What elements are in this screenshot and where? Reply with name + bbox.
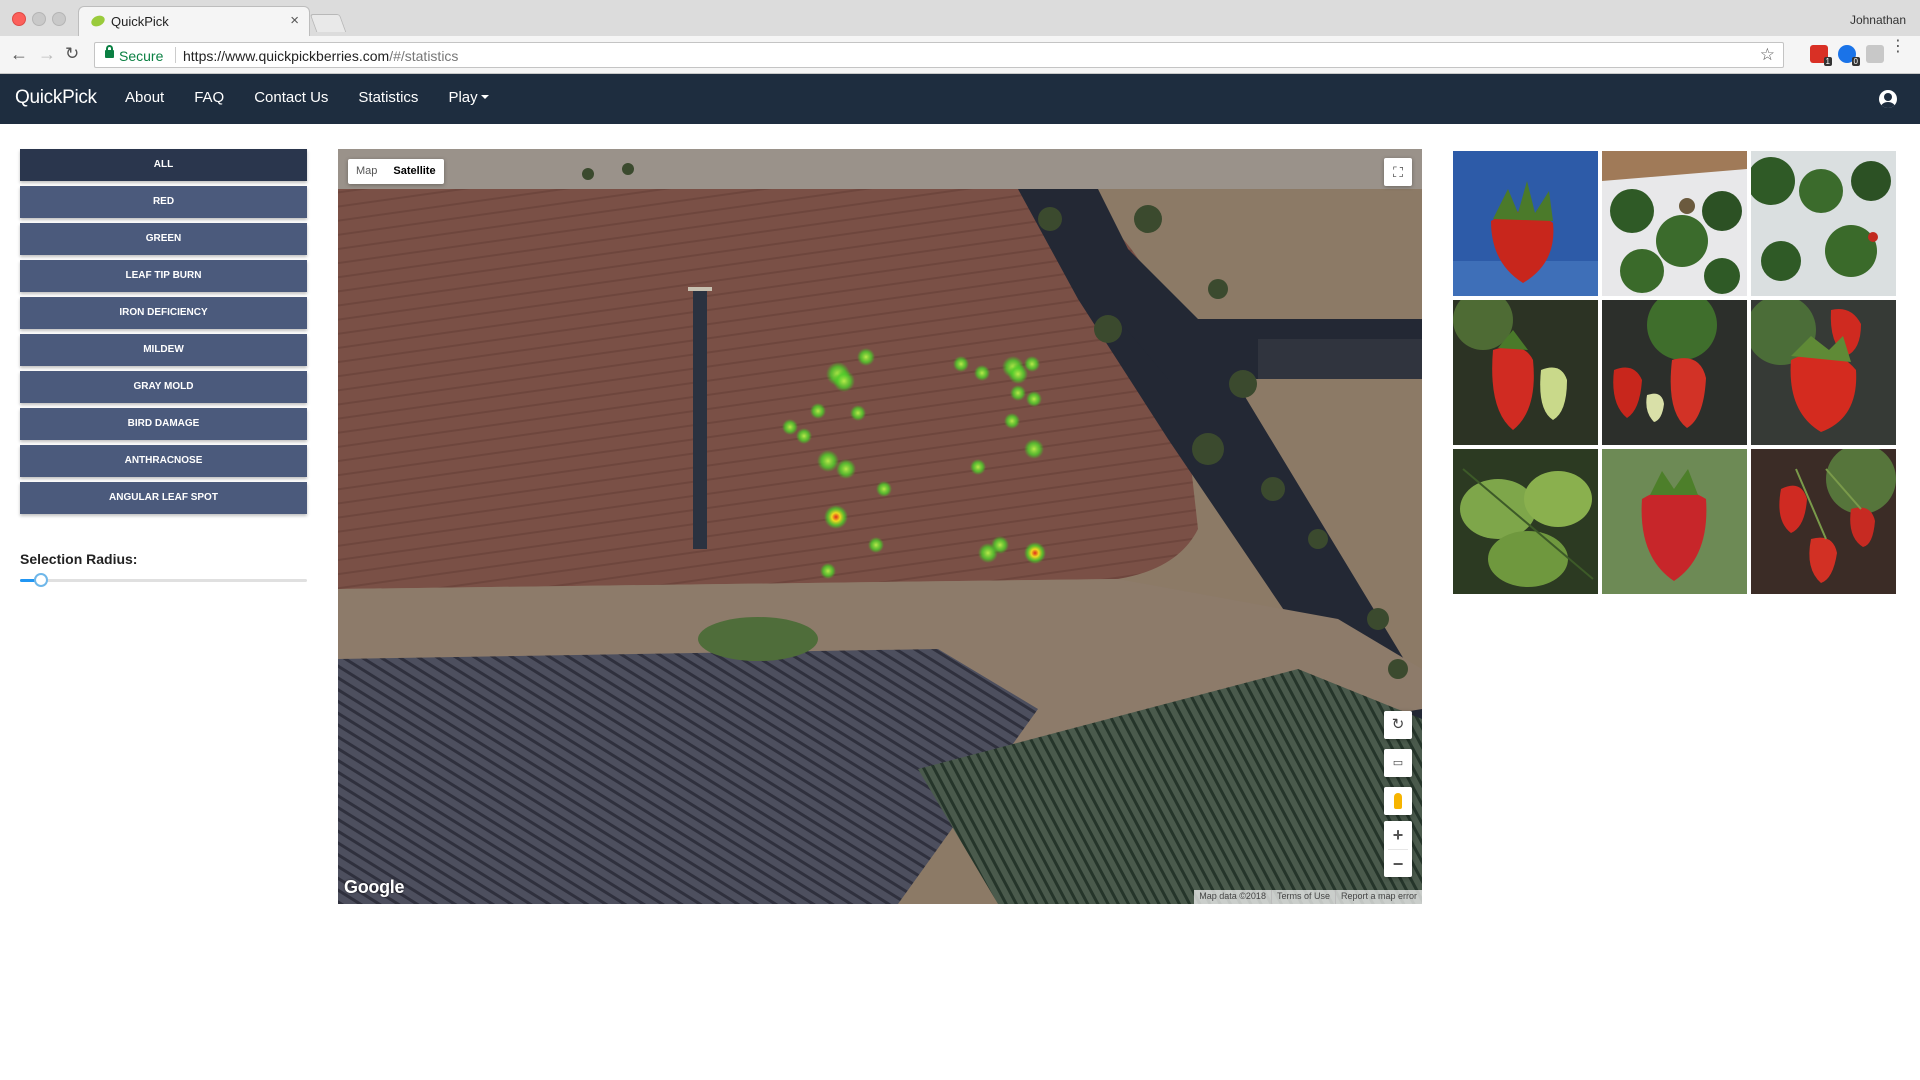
selection-radius-label: Selection Radius: bbox=[20, 551, 138, 567]
extension-cast-icon[interactable] bbox=[1866, 45, 1884, 63]
nav-links: About FAQ Contact Us Statistics Play bbox=[125, 89, 489, 106]
profile-name[interactable]: Johnathan bbox=[1850, 13, 1906, 27]
url-main: https://www.quickpickberries.com bbox=[183, 48, 390, 64]
filter-green-button[interactable]: GREEN bbox=[20, 223, 307, 255]
gallery-image[interactable] bbox=[1751, 151, 1896, 296]
terms-of-use-link[interactable]: Terms of Use bbox=[1270, 890, 1335, 904]
app-navbar: QuickPick About FAQ Contact Us Statistic… bbox=[0, 74, 1920, 124]
url-path: /#/statistics bbox=[389, 48, 459, 64]
url-text: https://www.quickpickberries.com/#/stati… bbox=[183, 48, 458, 64]
map-data-text: Map data ©2018 bbox=[1199, 891, 1266, 901]
extension-blue-icon[interactable]: 0 bbox=[1838, 45, 1860, 66]
nav-about[interactable]: About bbox=[125, 89, 164, 106]
nav-statistics[interactable]: Statistics bbox=[358, 89, 418, 106]
account-circle-icon[interactable] bbox=[1879, 90, 1897, 108]
google-logo: Google bbox=[344, 877, 405, 897]
zoom-out-icon[interactable]: − bbox=[1384, 850, 1412, 878]
selection-radius-slider[interactable] bbox=[20, 573, 307, 587]
strawberry-closeup bbox=[1751, 300, 1896, 445]
gallery-image[interactable] bbox=[1453, 151, 1598, 296]
address-separator bbox=[175, 47, 176, 63]
reload-icon[interactable]: ↻ bbox=[65, 45, 79, 63]
satellite-map[interactable]: Map Satellite ⛶ ↻ ▭ + − Google Map data … bbox=[338, 149, 1422, 904]
filter-mildew-button[interactable]: MILDEW bbox=[20, 334, 307, 366]
filter-anthracnose-button[interactable]: ANTHRACNOSE bbox=[20, 445, 307, 477]
filter-gray-mold-button[interactable]: GRAY MOLD bbox=[20, 371, 307, 403]
minimize-window-button[interactable] bbox=[32, 12, 46, 26]
filter-leaf-tip-burn-button[interactable]: LEAF TIP BURN bbox=[20, 260, 307, 292]
gallery-image[interactable] bbox=[1602, 300, 1747, 445]
strawberry-pair-vine bbox=[1453, 300, 1598, 445]
lock-icon bbox=[105, 45, 114, 58]
gallery-image[interactable] bbox=[1602, 449, 1747, 594]
back-icon[interactable]: ← bbox=[10, 45, 28, 63]
strawberry-hanging bbox=[1751, 449, 1896, 594]
slider-thumb[interactable] bbox=[34, 573, 48, 587]
filter-sidebar: ALL RED GREEN LEAF TIP BURN IRON DEFICIE… bbox=[20, 149, 307, 519]
filter-bird-damage-button[interactable]: BIRD DAMAGE bbox=[20, 408, 307, 440]
secure-label: Secure bbox=[119, 48, 164, 64]
filter-red-button[interactable]: RED bbox=[20, 186, 307, 218]
forward-icon[interactable]: → bbox=[38, 45, 56, 63]
new-tab-button[interactable] bbox=[309, 14, 347, 32]
map-type-satellite[interactable]: Satellite bbox=[385, 159, 443, 184]
nav-contact-us[interactable]: Contact Us bbox=[254, 89, 328, 106]
image-gallery bbox=[1453, 151, 1899, 594]
gallery-image[interactable] bbox=[1751, 449, 1896, 594]
strawberry-plants-white bbox=[1602, 151, 1747, 296]
caret-down-icon bbox=[480, 95, 489, 99]
fullscreen-icon[interactable]: ⛶ bbox=[1384, 158, 1412, 186]
filter-iron-deficiency-button[interactable]: IRON DEFICIENCY bbox=[20, 297, 307, 329]
zoom-controls: + − bbox=[1384, 821, 1412, 877]
favicon-icon bbox=[89, 13, 107, 29]
map-attribution: Map data ©2018 Terms of Use Report a map… bbox=[1194, 890, 1422, 904]
browser-toolbar: ← → ↻ Secure https://www.quickpickberrie… bbox=[0, 36, 1920, 74]
nav-play-dropdown[interactable]: Play bbox=[448, 89, 489, 106]
tab-close-icon[interactable]: × bbox=[290, 12, 299, 29]
nav-faq[interactable]: FAQ bbox=[194, 89, 224, 106]
brand-logo[interactable]: QuickPick bbox=[15, 87, 97, 109]
filter-angular-leaf-spot-button[interactable]: ANGULAR LEAF SPOT bbox=[20, 482, 307, 514]
pegman-icon[interactable] bbox=[1384, 787, 1412, 815]
extension-badge: 1 bbox=[1823, 57, 1832, 66]
menu-icon[interactable]: ⋮ bbox=[1890, 39, 1906, 55]
map-type-toggle: Map Satellite bbox=[348, 159, 444, 184]
map-type-map[interactable]: Map bbox=[348, 159, 385, 184]
star-icon[interactable]: ☆ bbox=[1760, 45, 1775, 65]
strawberry-leaves bbox=[1453, 449, 1598, 594]
report-map-error-link[interactable]: Report a map error bbox=[1334, 890, 1422, 904]
filter-all-button[interactable]: ALL bbox=[20, 149, 307, 181]
tilt-icon[interactable]: ▭ bbox=[1384, 749, 1412, 777]
gallery-image[interactable] bbox=[1453, 449, 1598, 594]
extension-badge: 0 bbox=[1851, 57, 1860, 66]
browser-tab-strip: QuickPick × Johnathan bbox=[0, 0, 1920, 36]
strawberry-cluster bbox=[1602, 300, 1747, 445]
tab-title: QuickPick bbox=[111, 14, 169, 29]
nav-play-label: Play bbox=[448, 89, 478, 106]
strawberry-plants-row bbox=[1751, 151, 1896, 296]
map-imagery bbox=[338, 149, 1422, 904]
address-bar[interactable]: Secure https://www.quickpickberries.com/… bbox=[94, 42, 1784, 68]
extension-gmail-icon[interactable]: 1 bbox=[1810, 45, 1832, 66]
strawberry-single bbox=[1602, 449, 1747, 594]
strawberry-sky bbox=[1453, 151, 1598, 296]
maximize-window-button[interactable] bbox=[52, 12, 66, 26]
browser-tab[interactable]: QuickPick × bbox=[78, 6, 310, 36]
gallery-image[interactable] bbox=[1453, 300, 1598, 445]
zoom-in-icon[interactable]: + bbox=[1384, 821, 1412, 849]
close-window-button[interactable] bbox=[12, 12, 26, 26]
gallery-image[interactable] bbox=[1602, 151, 1747, 296]
rotate-icon[interactable]: ↻ bbox=[1384, 711, 1412, 739]
gallery-image[interactable] bbox=[1751, 300, 1896, 445]
